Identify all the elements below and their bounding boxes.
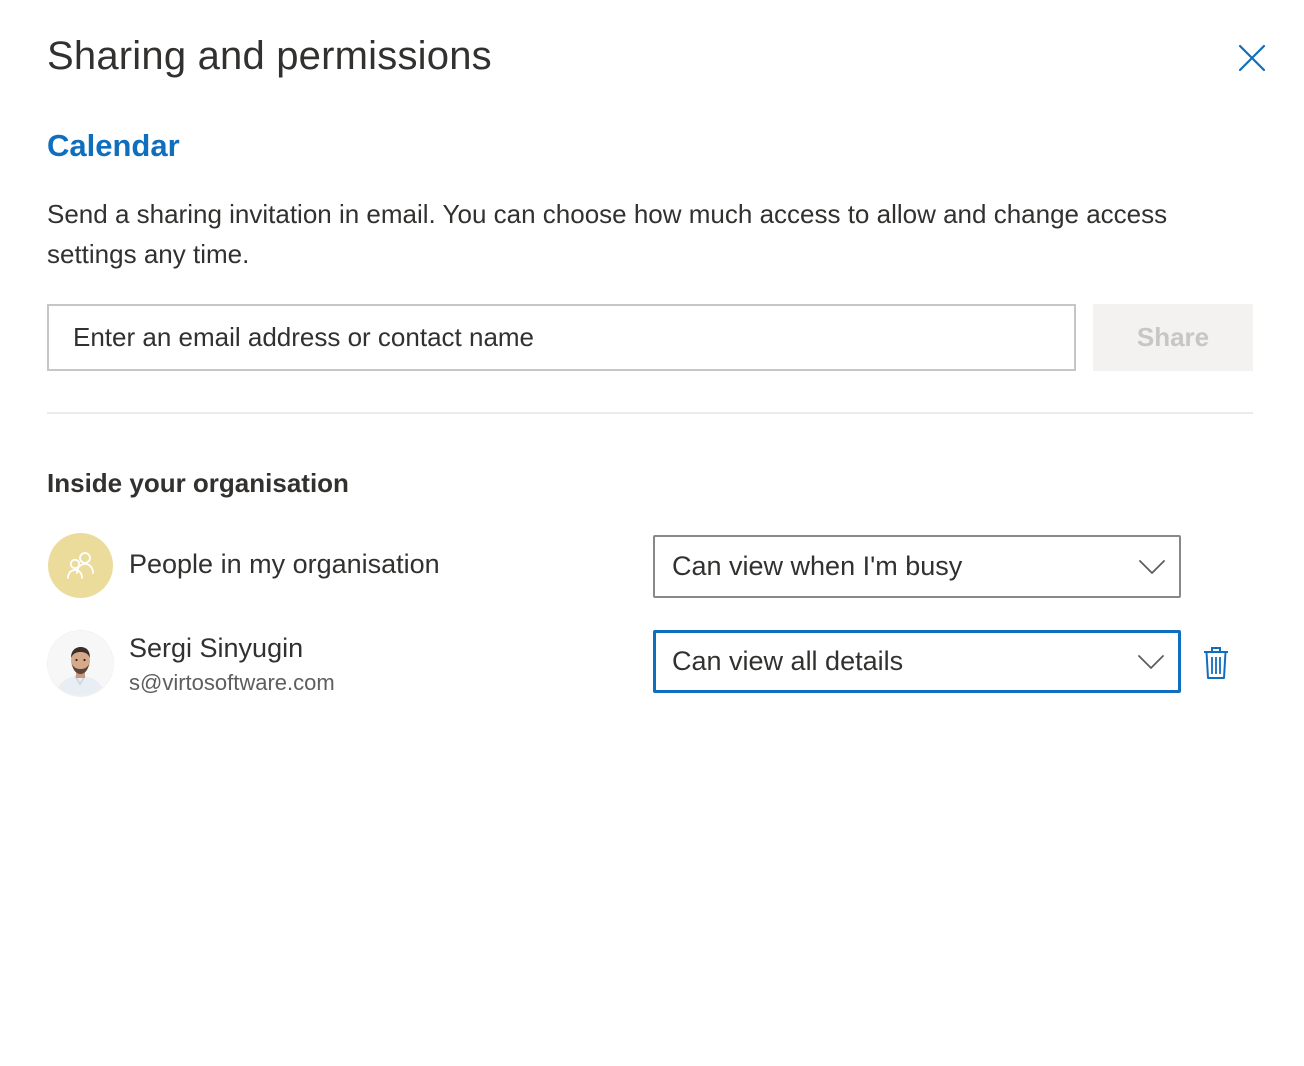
share-button[interactable]: Share [1093, 304, 1253, 371]
user-name: Sergi Sinyugin [129, 633, 304, 663]
people-group-icon [66, 551, 94, 579]
dialog-title: Sharing and permissions [47, 34, 492, 78]
user-email: s@virtosoftware.com [129, 670, 335, 695]
permission-dropdown-organisation[interactable]: Can view when I'm busy [653, 535, 1181, 598]
trash-icon [1204, 647, 1228, 679]
people-in-organisation-label: People in my organisation [129, 549, 440, 579]
close-button[interactable] [1232, 38, 1272, 78]
chevron-down-icon [1139, 559, 1165, 574]
user-avatar [48, 631, 113, 696]
section-divider [47, 412, 1253, 414]
sharing-description: Send a sharing invitation in email. You … [47, 199, 1168, 269]
permission-dropdown-value: Can view when I'm busy [672, 551, 963, 581]
close-icon [1238, 44, 1266, 72]
permission-dropdown-value: Can view all details [672, 646, 904, 676]
remove-user-button[interactable] [1200, 645, 1232, 681]
email-contact-input[interactable] [47, 304, 1076, 371]
user-photo [48, 631, 113, 696]
section-heading-inside-organisation: Inside your organisation [47, 468, 349, 498]
permission-dropdown-user[interactable]: Can view all details [653, 630, 1181, 693]
people-group-avatar [48, 533, 113, 598]
calendar-name: Calendar [47, 128, 180, 163]
chevron-down-icon [1138, 654, 1164, 669]
